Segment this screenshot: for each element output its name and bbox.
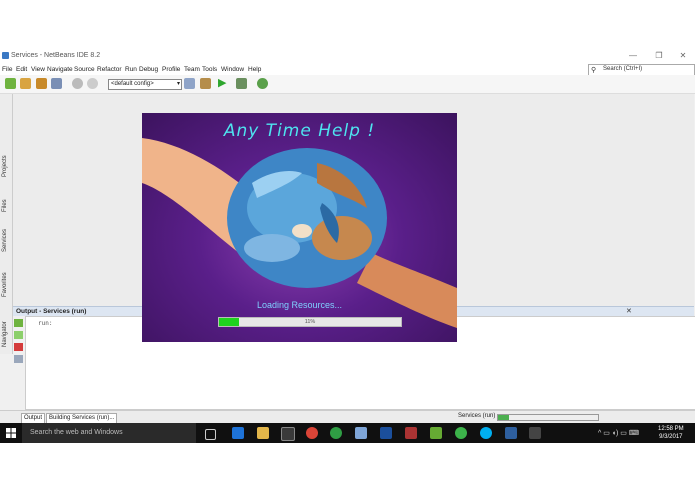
- left-side-tabs: Projects Files Services Favorites Naviga…: [0, 94, 13, 354]
- menu-help[interactable]: Help: [248, 66, 261, 73]
- app-icon-ie[interactable]: [380, 427, 392, 439]
- status-label: Services (run): [458, 413, 496, 419]
- redo-icon[interactable]: [87, 78, 98, 89]
- menu-edit[interactable]: Edit: [16, 66, 27, 73]
- status-progress-fill: [498, 415, 509, 420]
- tab-services[interactable]: Services: [0, 214, 12, 254]
- stop-icon[interactable]: [14, 343, 23, 351]
- output-title: Output - Services (run): [16, 308, 87, 315]
- menu-profile[interactable]: Profile: [162, 66, 180, 73]
- status-progress-bar: [497, 414, 599, 421]
- window-title: Services - NetBeans IDE 8.2: [11, 52, 101, 59]
- splash-headline: Any Time Help !: [223, 121, 376, 141]
- settings-icon[interactable]: [14, 355, 23, 363]
- system-tray-icons[interactable]: ^ ▭ ◖) ▭ ⌨: [598, 429, 639, 437]
- chevron-down-icon: ▾: [176, 81, 180, 87]
- loading-text: Loading Resources...: [256, 300, 343, 310]
- skype-icon[interactable]: [480, 427, 492, 439]
- menu-debug[interactable]: Debug: [139, 66, 158, 73]
- app-icon-java[interactable]: [529, 427, 541, 439]
- rerun-icon[interactable]: [14, 319, 23, 327]
- file-explorer-icon[interactable]: [257, 427, 269, 439]
- netbeans-taskbar-icon[interactable]: [505, 427, 517, 439]
- tab-navigator[interactable]: Navigator: [0, 304, 12, 349]
- edge-icon[interactable]: [232, 427, 244, 439]
- menu-view[interactable]: View: [31, 66, 45, 73]
- debug-icon[interactable]: [236, 78, 247, 89]
- minimize-button[interactable]: —: [622, 50, 644, 62]
- console-text: run:: [38, 320, 53, 327]
- output-toolbar: [13, 316, 25, 408]
- title-bar: Services - NetBeans IDE 8.2 — ❐ ✕: [0, 49, 695, 64]
- search-input[interactable]: Search (Ctrl+I): [603, 66, 642, 72]
- taskbar: Search the web and Windows ^ ▭ ◖) ▭ ⌨ 12…: [0, 423, 695, 443]
- tab-favorites[interactable]: Favorites: [0, 254, 12, 299]
- profile-icon[interactable]: [257, 78, 268, 89]
- app-icon-tools[interactable]: [405, 427, 417, 439]
- config-value: <default config>: [111, 81, 154, 87]
- run-icon[interactable]: ▶: [218, 78, 229, 89]
- store-icon[interactable]: [281, 427, 295, 441]
- menu-tools[interactable]: Tools: [202, 66, 217, 73]
- close-button[interactable]: ✕: [672, 50, 694, 62]
- app-icon-up[interactable]: [455, 427, 467, 439]
- app-icon-cube[interactable]: [355, 427, 367, 439]
- tab-files[interactable]: Files: [0, 184, 12, 214]
- loading-progress-bar: 11%: [218, 317, 402, 327]
- chrome-icon[interactable]: [306, 427, 318, 439]
- app-icon-puzzle[interactable]: [430, 427, 442, 439]
- clock-time: 12:58 PM: [658, 426, 684, 432]
- menu-refactor[interactable]: Refactor: [97, 66, 122, 73]
- menu-source[interactable]: Source: [74, 66, 95, 73]
- menu-team[interactable]: Team: [184, 66, 200, 73]
- search-icon: ⚲: [591, 67, 597, 74]
- taskbar-search-input[interactable]: Search the web and Windows: [30, 429, 123, 436]
- close-icon[interactable]: ✕: [626, 307, 632, 315]
- loading-progress-label: 11%: [304, 319, 316, 325]
- tab-projects[interactable]: Projects: [0, 139, 12, 179]
- task-view-icon[interactable]: [205, 429, 216, 440]
- new-file-icon[interactable]: [5, 78, 16, 89]
- clean-build-icon[interactable]: [200, 78, 211, 89]
- config-select[interactable]: <default config> ▾: [108, 79, 182, 90]
- toolbar: <default config> ▾ ▶: [0, 75, 695, 94]
- netbeans-app-icon: [2, 52, 9, 59]
- new-project-icon[interactable]: [20, 78, 31, 89]
- maximize-button[interactable]: ❐: [648, 50, 670, 62]
- menu-window[interactable]: Window: [221, 66, 244, 73]
- app-icon-green[interactable]: [330, 427, 342, 439]
- splash-screen: Any Time Help ! Loading Resources... 11%: [142, 113, 457, 342]
- clock-date: 9/3/2017: [659, 434, 683, 440]
- open-project-icon[interactable]: [36, 78, 47, 89]
- bottom-bar: Output Building Services (run)... Servic…: [0, 410, 695, 424]
- taskbar-clock[interactable]: 12:58 PM 9/3/2017: [658, 425, 684, 441]
- rerun-with-options-icon[interactable]: [14, 331, 23, 339]
- undo-icon[interactable]: [72, 78, 83, 89]
- build-icon[interactable]: [184, 78, 195, 89]
- menu-file[interactable]: File: [2, 66, 12, 73]
- windows-start-icon[interactable]: [6, 428, 16, 438]
- save-all-icon[interactable]: [51, 78, 62, 89]
- taskbar-search[interactable]: Search the web and Windows: [22, 423, 196, 443]
- menu-navigate[interactable]: Navigate: [47, 66, 73, 73]
- menu-run[interactable]: Run: [125, 66, 137, 73]
